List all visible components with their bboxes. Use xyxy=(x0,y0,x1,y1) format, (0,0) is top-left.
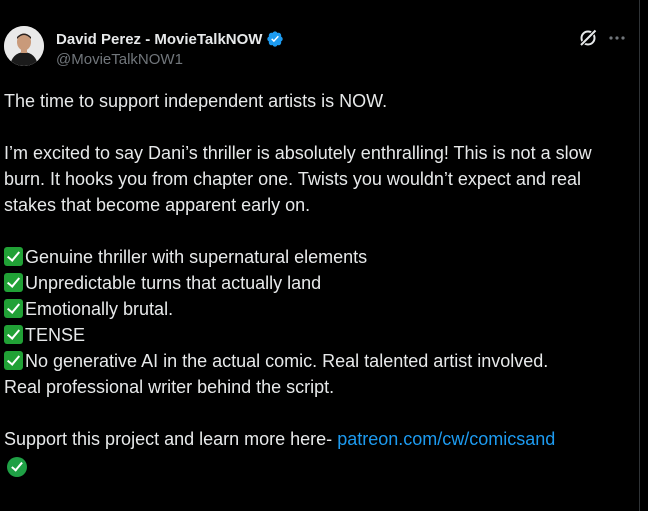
author-avatar[interactable] xyxy=(4,26,44,66)
grok-slash-icon xyxy=(578,28,598,48)
check-mark-icon xyxy=(4,273,23,292)
bullet-item: No generative AI in the actual comic. Re… xyxy=(4,348,624,374)
bullet-text: Unpredictable turns that actually land xyxy=(25,273,322,293)
patreon-link[interactable]: patreon.com/cw/comicsand xyxy=(337,429,555,449)
check-mark-icon xyxy=(4,325,23,344)
check-mark-icon xyxy=(4,247,23,266)
tweet-paragraph: I’m excited to say Dani’s thriller is ab… xyxy=(4,143,592,215)
bullet-item: TENSE xyxy=(4,322,624,348)
bullet-continuation: Real professional writer behind the scri… xyxy=(4,377,335,397)
support-prefix: Support this project and learn more here… xyxy=(4,429,338,449)
more-options-button[interactable] xyxy=(606,27,628,49)
green-check-circle-icon xyxy=(7,457,27,477)
bullet-item: Genuine thriller with supernatural eleme… xyxy=(4,244,624,270)
grok-button[interactable] xyxy=(577,27,599,49)
check-mark-icon xyxy=(4,351,23,370)
tweet: David Perez - MovieTalkNOW @MovieTalkNOW… xyxy=(0,0,639,511)
tweet-intro: The time to support independent artists … xyxy=(4,91,388,111)
right-border-divider xyxy=(639,0,640,511)
bullet-text: TENSE xyxy=(25,325,86,345)
author-name-row: David Perez - MovieTalkNOW xyxy=(56,29,284,49)
bullet-text: Genuine thriller with supernatural eleme… xyxy=(25,247,368,267)
bullet-text: Emotionally brutal. xyxy=(25,299,174,319)
bullet-item: Unpredictable turns that actually land xyxy=(4,270,624,296)
author-display-name[interactable]: David Perez - MovieTalkNOW xyxy=(56,31,262,48)
tweet-body: The time to support independent artists … xyxy=(4,88,624,452)
bullet-item: Emotionally brutal. xyxy=(4,296,624,322)
more-dots-icon xyxy=(609,36,625,40)
author-handle[interactable]: @MovieTalkNOW1 xyxy=(56,51,183,68)
bullet-text: No generative AI in the actual comic. Re… xyxy=(25,351,549,371)
avatar-photo-icon xyxy=(4,26,44,66)
support-line: Support this project and learn more here… xyxy=(4,426,624,452)
verified-badge-icon xyxy=(267,31,284,47)
check-mark-icon xyxy=(4,299,23,318)
